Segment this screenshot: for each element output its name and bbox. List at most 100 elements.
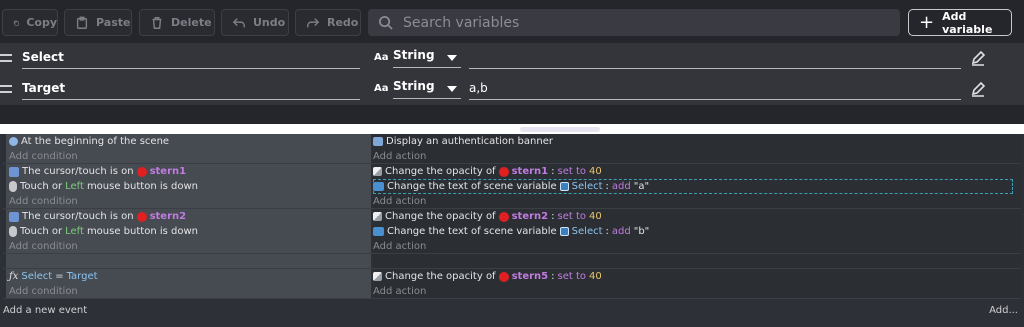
add-action-link[interactable]: Add action — [373, 284, 426, 299]
delete-button[interactable]: Delete — [139, 9, 215, 36]
opacity-icon — [373, 272, 382, 281]
copy-button[interactable]: Copy — [2, 9, 58, 36]
add-condition-link[interactable]: Add condition — [9, 284, 78, 299]
redo-button[interactable]: Redo — [295, 9, 361, 36]
add-action-link[interactable]: Add action — [373, 239, 426, 254]
text-part: The cursor/touch is on — [22, 211, 134, 222]
search-icon — [379, 16, 393, 30]
add-action-link[interactable]: Add action — [373, 149, 426, 164]
condition[interactable]: The cursor/touch is on stern2 — [9, 209, 186, 224]
text-part: Left — [65, 226, 84, 237]
text-part: : — [551, 211, 555, 222]
trash-icon — [152, 16, 162, 29]
add-condition-link[interactable]: Add condition — [9, 149, 78, 164]
action[interactable]: Change the opacity of stern1: set to 40 — [373, 164, 602, 179]
text-part: Change the opacity of — [385, 211, 496, 222]
cursor-icon — [9, 166, 19, 177]
condition[interactable]: Touch or Left mouse button is down — [9, 224, 198, 239]
add-variable-label: Add variable — [942, 9, 993, 36]
object-dot-icon — [498, 166, 509, 177]
text-part: Touch or — [20, 181, 63, 192]
variable-name-field[interactable]: Select — [22, 50, 360, 69]
object-dot-icon — [136, 211, 147, 222]
text-icon — [373, 227, 384, 236]
fx-icon: ƒx — [9, 271, 19, 282]
text-part: 40 — [589, 271, 602, 282]
event-block — [3, 254, 1021, 269]
add-condition-link[interactable]: Add condition — [9, 239, 78, 254]
variable-value-field[interactable] — [469, 50, 961, 69]
text-part: Select — [571, 181, 603, 192]
string-type-icon: Aa — [374, 52, 389, 63]
text-part: Select — [571, 226, 603, 237]
edit-icon[interactable] — [970, 81, 986, 97]
text-part: 40 — [589, 166, 602, 177]
variable-name-field[interactable]: Target — [22, 81, 360, 100]
paste-button[interactable]: Paste — [64, 9, 132, 36]
add-action-link[interactable]: Add action — [373, 194, 426, 209]
undo-icon — [232, 17, 245, 27]
cursor-icon — [9, 211, 19, 222]
text-part: : — [551, 166, 555, 177]
events-sheet: At the beginning of the scene Display an … — [0, 134, 1024, 327]
text-part: At the beginning of the scene — [21, 136, 170, 147]
add-menu-link[interactable]: Add... — [989, 305, 1018, 316]
condition[interactable]: Touch or Left mouse button is down — [9, 179, 198, 194]
copy-label: Copy — [26, 16, 57, 29]
variable-icon — [559, 227, 569, 236]
text-part: stern5 — [511, 271, 549, 282]
text-part: add — [611, 181, 631, 192]
add-variable-button[interactable]: + Add variable — [908, 9, 1012, 36]
search-bar — [368, 9, 900, 36]
text-part: Touch or — [20, 226, 63, 237]
text-part: : — [605, 181, 609, 192]
add-condition-link[interactable]: Add condition — [9, 194, 78, 209]
object-dot-icon — [498, 271, 509, 282]
edit-icon[interactable] — [970, 50, 986, 66]
text-part: Change the text of scene variable — [387, 226, 557, 237]
condition[interactable]: At the beginning of the scene — [9, 134, 169, 149]
text-part: Change the opacity of — [385, 271, 496, 282]
action[interactable]: Change the opacity of stern5: set to 40 — [373, 269, 602, 284]
text-part: 40 — [589, 211, 602, 222]
action[interactable]: Change the opacity of stern2: set to 40 — [373, 209, 602, 224]
dropdown-caret-icon — [447, 55, 457, 61]
variable-type-value: String — [393, 48, 435, 62]
text-part: set to — [557, 271, 587, 282]
condition[interactable]: ƒx Select = Target — [9, 269, 98, 284]
object-dot-icon — [498, 211, 509, 222]
text-part: "b" — [633, 226, 650, 237]
copy-icon — [13, 20, 19, 26]
text-part: set to — [557, 211, 587, 222]
variable-type-select[interactable]: String — [393, 48, 461, 68]
text-part: Left — [65, 181, 84, 192]
variable-value-field[interactable]: a,b — [469, 81, 961, 100]
redo-label: Redo — [327, 16, 359, 29]
dropdown-caret-icon — [447, 86, 457, 92]
separator — [0, 124, 1024, 134]
variable-type-select[interactable]: String — [393, 79, 461, 99]
drag-handle-icon[interactable] — [0, 85, 12, 93]
undo-label: Undo — [253, 16, 286, 29]
mouse-icon — [9, 181, 17, 192]
text-icon — [373, 182, 384, 191]
text-part: Display an authentication banner — [386, 136, 553, 147]
text-part: Change the opacity of — [385, 166, 496, 177]
action[interactable]: Display an authentication banner — [373, 134, 553, 149]
undo-button[interactable]: Undo — [221, 9, 289, 36]
event-block: The cursor/touch is on stern2 Touch or Le… — [3, 209, 1021, 254]
text-part: : — [605, 226, 609, 237]
opacity-icon — [373, 212, 382, 221]
toolbar: Copy Paste Delete Undo Redo + Add variab… — [0, 6, 1024, 38]
add-event-link[interactable]: Add a new event — [3, 305, 87, 316]
paste-label: Paste — [96, 16, 131, 29]
action[interactable]: Change the text of scene variable Select… — [373, 179, 649, 194]
drag-handle-icon[interactable] — [0, 54, 12, 62]
object-dot-icon — [136, 166, 147, 177]
search-input[interactable] — [403, 14, 883, 31]
text-part: Select — [21, 271, 53, 282]
action[interactable]: Change the text of scene variable Select… — [373, 224, 649, 239]
condition[interactable]: The cursor/touch is on stern1 — [9, 164, 186, 179]
clipboard-icon — [76, 16, 88, 29]
mouse-icon — [9, 226, 17, 237]
